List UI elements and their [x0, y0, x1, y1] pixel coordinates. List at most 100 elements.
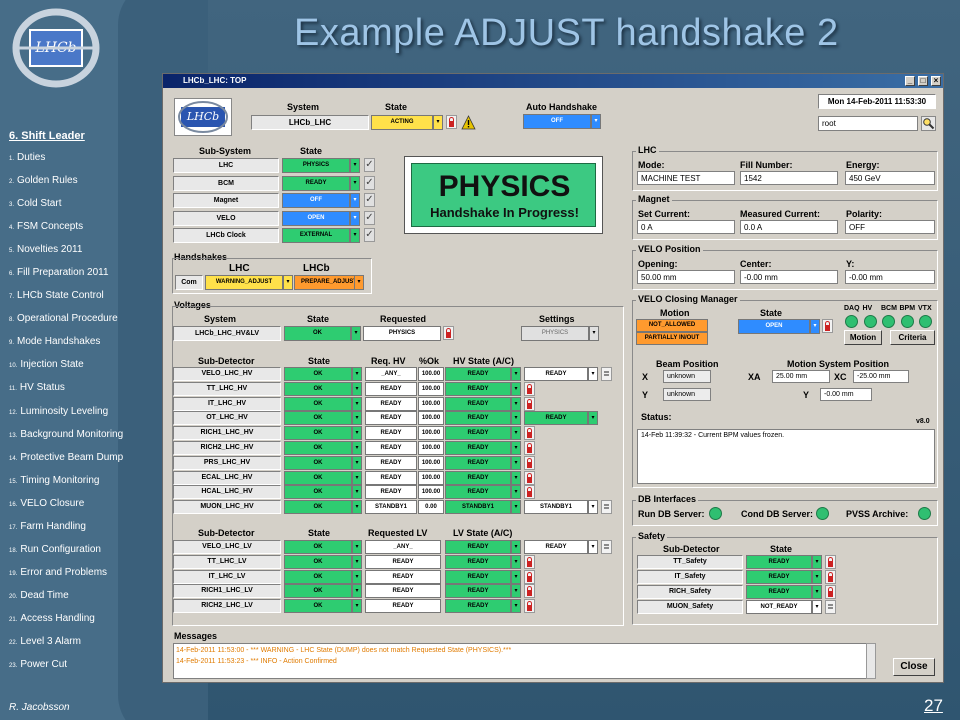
hv-state-c[interactable]: STANDBY1: [524, 500, 588, 515]
toc-item[interactable]: 3. Cold Start: [9, 196, 141, 219]
lv-state[interactable]: OK: [284, 540, 352, 554]
lv-state-a-dropdown[interactable]: ▾: [511, 569, 521, 584]
safety-det-name[interactable]: IT_Safety: [637, 570, 743, 584]
hv-state[interactable]: OK: [284, 367, 352, 381]
hv-requested[interactable]: _ANY_: [365, 367, 417, 381]
subsystem-state-dropdown[interactable]: ▾: [350, 193, 360, 208]
close-window-button[interactable]: ×: [931, 76, 941, 86]
hv-requested[interactable]: READY: [365, 441, 417, 455]
criteria-button[interactable]: Criteria: [890, 330, 935, 345]
hv-state-a-dropdown[interactable]: ▾: [511, 367, 521, 381]
toc-item[interactable]: 20. Dead Time: [9, 588, 141, 611]
toc-item[interactable]: 4. FSM Concepts: [9, 219, 141, 242]
hv-lock-icon[interactable]: [524, 396, 535, 411]
hv-state-dropdown[interactable]: ▾: [352, 396, 362, 411]
subsystem-state[interactable]: READY: [282, 175, 350, 191]
safety-lock-icon[interactable]: [825, 585, 836, 599]
safety-state-dropdown[interactable]: ▾: [812, 600, 822, 614]
lv-det-name[interactable]: RICH2_LHC_LV: [173, 599, 281, 614]
toc-item[interactable]: 19. Error and Problems: [9, 565, 141, 588]
velo-cm-state-dropdown[interactable]: ▾: [810, 319, 820, 334]
system-state[interactable]: ACTING: [371, 115, 433, 130]
toc-item[interactable]: 13. Background Monitoring: [9, 427, 141, 450]
lv-state-a[interactable]: READY: [445, 584, 511, 599]
lv-det-name[interactable]: IT_LHC_LV: [173, 569, 281, 584]
maximize-button[interactable]: □: [918, 76, 928, 86]
velo-cm-state[interactable]: OPEN: [738, 319, 810, 334]
hv-state-a-dropdown[interactable]: ▾: [511, 470, 521, 485]
checkmark-icon[interactable]: ✓: [364, 210, 375, 225]
toc-item[interactable]: 6. Fill Preparation 2011: [9, 265, 141, 288]
lv-requested[interactable]: READY: [365, 584, 441, 599]
lv-lock-icon[interactable]: [524, 569, 535, 584]
hv-requested[interactable]: READY: [365, 396, 417, 411]
toc-item[interactable]: 7. LHCb State Control: [9, 288, 141, 311]
hv-state-dropdown[interactable]: ▾: [352, 441, 362, 455]
hv-state-a[interactable]: READY: [445, 455, 511, 470]
hv-det-name[interactable]: PRS_LHC_HV: [173, 455, 281, 470]
safety-det-name[interactable]: TT_Safety: [637, 555, 743, 569]
lv-state-dropdown[interactable]: ▾: [352, 554, 362, 569]
subsystem-state[interactable]: OPEN: [282, 210, 350, 226]
lv-state-dropdown[interactable]: ▾: [352, 569, 362, 584]
safety-state[interactable]: NOT_READY: [746, 600, 812, 614]
hv-state-c-dropdown[interactable]: ▾: [588, 500, 598, 515]
hv-det-name[interactable]: IT_LHC_HV: [173, 396, 281, 411]
hv-state[interactable]: OK: [284, 396, 352, 411]
toc-item[interactable]: 2. Golden Rules: [9, 173, 141, 196]
voltages-lock-icon[interactable]: [443, 326, 454, 340]
hv-lock-icon[interactable]: [524, 455, 535, 470]
hv-requested[interactable]: READY: [365, 381, 417, 396]
hv-det-name[interactable]: TT_LHC_HV: [173, 381, 281, 396]
voltages-state[interactable]: OK: [284, 326, 351, 341]
hv-state-dropdown[interactable]: ▾: [352, 411, 362, 426]
lv-lock-icon[interactable]: [524, 599, 535, 614]
toc-item[interactable]: 16. VELO Closure: [9, 496, 141, 519]
lv-state-a[interactable]: READY: [445, 599, 511, 614]
handshake-lhcb-dropdown[interactable]: ▾: [354, 275, 364, 290]
subsystem-state[interactable]: PHYSICS: [282, 158, 350, 173]
hv-state-c[interactable]: READY: [524, 411, 588, 426]
safety-state[interactable]: READY: [746, 570, 812, 584]
lv-requested[interactable]: READY: [365, 554, 441, 569]
voltages-settings-dropdown[interactable]: ▾: [589, 326, 599, 341]
hv-det-name[interactable]: OT_LHC_HV: [173, 411, 281, 426]
toc-item[interactable]: 12. Luminosity Leveling: [9, 404, 141, 427]
hv-requested[interactable]: READY: [365, 411, 417, 426]
hv-requested[interactable]: STANDBY1: [365, 500, 417, 515]
hv-state-c-dropdown[interactable]: ▾: [588, 411, 598, 426]
safety-state-dropdown[interactable]: ▾: [812, 570, 822, 584]
toc-item[interactable]: 22. Level 3 Alarm: [9, 634, 141, 657]
hv-state-a[interactable]: READY: [445, 396, 511, 411]
safety-lock-icon[interactable]: [825, 555, 836, 569]
close-button[interactable]: Close: [893, 658, 935, 676]
hv-det-name[interactable]: HCAL_LHC_HV: [173, 485, 281, 500]
safety-state-dropdown[interactable]: ▾: [812, 585, 822, 599]
hv-state[interactable]: OK: [284, 455, 352, 470]
voltages-settings[interactable]: PHYSICS: [521, 326, 589, 341]
lv-state-dropdown[interactable]: ▾: [352, 599, 362, 614]
hv-state-a[interactable]: READY: [445, 485, 511, 500]
hv-state-a[interactable]: READY: [445, 441, 511, 455]
hv-requested[interactable]: READY: [365, 485, 417, 500]
toc-item[interactable]: 1. Duties: [9, 150, 141, 173]
hv-state[interactable]: OK: [284, 470, 352, 485]
lv-state-a-dropdown[interactable]: ▾: [511, 599, 521, 614]
hv-state-a-dropdown[interactable]: ▾: [511, 396, 521, 411]
lv-state-a[interactable]: READY: [445, 569, 511, 584]
lv-det-name[interactable]: RICH1_LHC_LV: [173, 584, 281, 599]
lv-lock-icon[interactable]: [524, 554, 535, 569]
hv-state[interactable]: OK: [284, 381, 352, 396]
subsystem-state-dropdown[interactable]: ▾: [350, 175, 360, 191]
hv-state-dropdown[interactable]: ▾: [352, 485, 362, 500]
toc-item[interactable]: 17. Farm Handling: [9, 519, 141, 542]
hv-det-name[interactable]: RICH1_LHC_HV: [173, 426, 281, 441]
lv-detail-icon[interactable]: ≣: [601, 540, 612, 554]
hv-state[interactable]: OK: [284, 426, 352, 441]
safety-state-dropdown[interactable]: ▾: [812, 555, 822, 569]
hv-det-name[interactable]: MUON_LHC_HV: [173, 500, 281, 515]
safety-lock-icon[interactable]: [825, 570, 836, 584]
hv-state-dropdown[interactable]: ▾: [352, 470, 362, 485]
safety-det-name[interactable]: RICH_Safety: [637, 585, 743, 599]
checkmark-icon[interactable]: ✓: [364, 158, 375, 172]
